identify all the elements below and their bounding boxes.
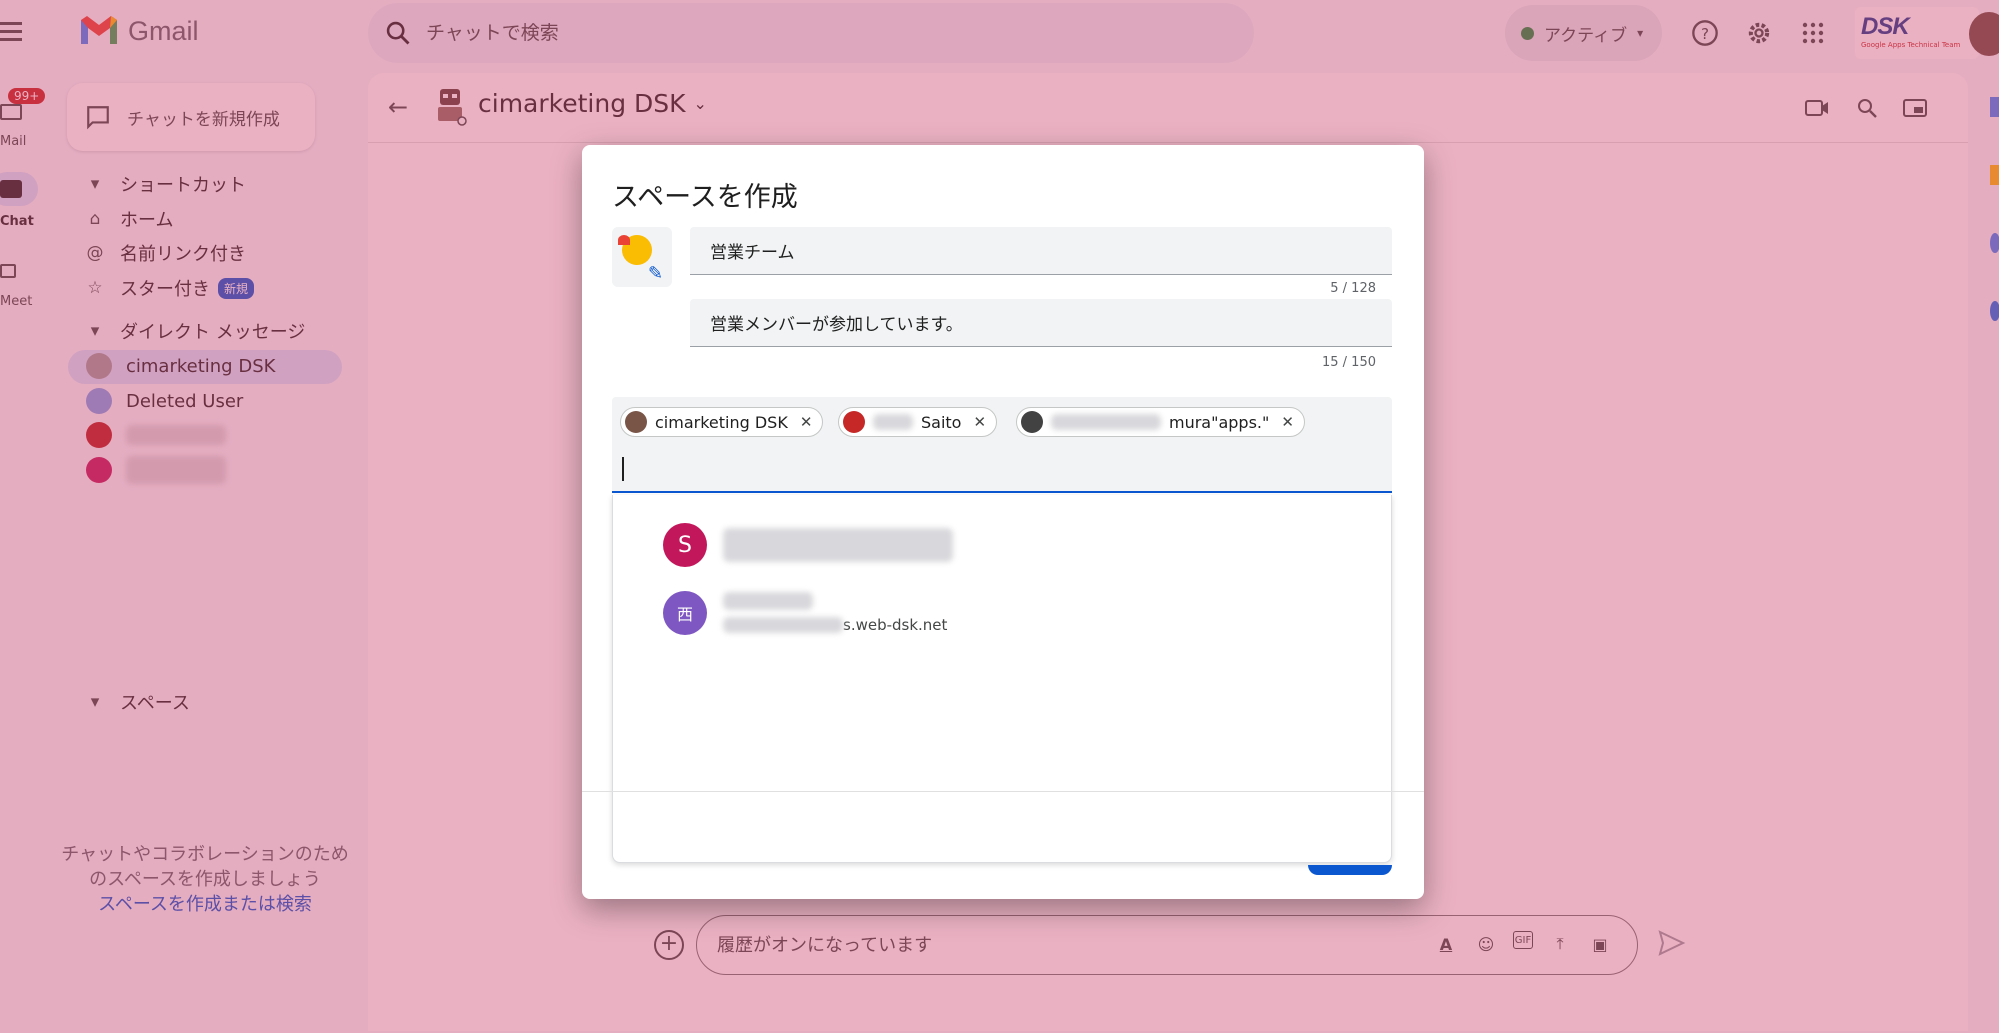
member-chip[interactable]: Saito ✕: [838, 407, 998, 437]
dialog-footer-divider: [582, 791, 1424, 792]
letter-avatar: 西: [663, 591, 707, 635]
chip-label: Saito: [921, 412, 962, 432]
add-people-field[interactable]: cimarketing DSK ✕ Saito ✕ mura"apps." ✕: [612, 397, 1392, 493]
suggestion-item[interactable]: 西 s.web-dsk.net: [663, 591, 947, 635]
space-description-input[interactable]: [710, 312, 1372, 333]
create-space-dialog: スペースを作成 ✎ 5 / 128 15 / 150 cimarketing D…: [582, 145, 1424, 899]
space-description-field[interactable]: [690, 299, 1392, 347]
space-name-input[interactable]: [710, 240, 1372, 261]
redacted-name: [723, 592, 813, 610]
redacted-name: [873, 414, 913, 430]
suggestion-email: s.web-dsk.net: [843, 616, 948, 634]
create-button[interactable]: [1308, 865, 1392, 875]
member-chip[interactable]: mura"apps." ✕: [1016, 407, 1305, 437]
redacted-name: [1051, 414, 1161, 430]
close-icon[interactable]: ✕: [973, 413, 986, 431]
text-cursor: [622, 457, 624, 481]
people-suggestions-list: S 西 s.web-dsk.net: [612, 495, 1392, 863]
description-char-counter: 15 / 150: [1322, 355, 1376, 370]
close-icon[interactable]: ✕: [800, 413, 813, 431]
redacted-name: [723, 528, 953, 562]
member-chip[interactable]: cimarketing DSK ✕: [620, 407, 824, 437]
suggestion-details: s.web-dsk.net: [723, 592, 947, 634]
suggestion-item[interactable]: S: [663, 523, 953, 567]
redacted-email: [723, 617, 843, 633]
space-name-field[interactable]: [690, 227, 1392, 275]
photo-avatar: [1021, 411, 1043, 433]
name-char-counter: 5 / 128: [1330, 281, 1376, 296]
photo-avatar: [843, 411, 865, 433]
dialog-title: スペースを作成: [612, 182, 798, 213]
heart-icon: [618, 235, 630, 245]
close-icon[interactable]: ✕: [1281, 413, 1294, 431]
chip-label: cimarketing DSK: [655, 412, 788, 432]
robot-avatar: [625, 411, 647, 433]
letter-avatar: S: [663, 523, 707, 567]
chip-label: mura"apps.": [1169, 412, 1270, 432]
space-emoji-picker[interactable]: ✎: [612, 227, 672, 287]
pencil-icon: ✎: [648, 263, 664, 284]
